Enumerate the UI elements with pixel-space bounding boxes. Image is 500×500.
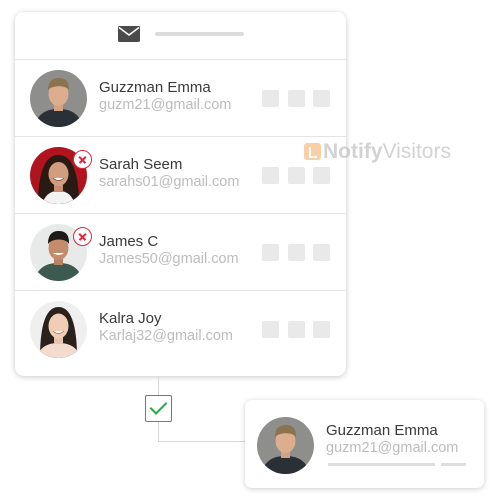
contact-row[interactable]: Sarah Seem sarahs01@gmail.com xyxy=(15,137,346,214)
connector-line xyxy=(158,441,246,442)
result-placeholder-bar xyxy=(441,463,466,466)
contact-email: guzm21@gmail.com xyxy=(99,97,232,113)
avatar xyxy=(257,417,314,474)
action-placeholder[interactable] xyxy=(313,90,330,107)
contact-row[interactable]: Kalra Joy Karlaj32@gmail.com xyxy=(15,291,346,368)
action-placeholder[interactable] xyxy=(288,244,305,261)
action-placeholder[interactable] xyxy=(262,90,279,107)
avatar xyxy=(30,301,87,358)
result-email: guzm21@gmail.com xyxy=(326,440,459,456)
action-placeholder[interactable] xyxy=(288,167,305,184)
contact-name: Kalra Joy xyxy=(99,310,162,327)
contact-email: sarahs01@gmail.com xyxy=(99,174,240,190)
action-placeholder[interactable] xyxy=(313,244,330,261)
action-placeholder[interactable] xyxy=(262,244,279,261)
action-placeholder[interactable] xyxy=(262,167,279,184)
watermark-logo-icon xyxy=(304,143,321,160)
checkbox-icon xyxy=(145,395,172,422)
contact-email: Karlaj32@gmail.com xyxy=(99,328,233,344)
contact-name: Guzzman Emma xyxy=(99,79,211,96)
action-placeholder[interactable] xyxy=(288,90,305,107)
contacts-card: Guzzman Emma guzm21@gmail.com Sarah Seem… xyxy=(15,12,346,376)
result-card[interactable]: Guzzman Emma guzm21@gmail.com xyxy=(245,400,484,488)
result-placeholder-bar xyxy=(328,463,435,466)
header-placeholder-bar xyxy=(155,32,244,36)
contact-name: Sarah Seem xyxy=(99,156,183,173)
watermark: NotifyVisitors xyxy=(304,140,451,164)
watermark-brand-bold: Notify xyxy=(323,140,383,163)
result-name: Guzzman Emma xyxy=(326,422,438,439)
action-placeholder[interactable] xyxy=(288,321,305,338)
contact-name: James C xyxy=(99,233,159,250)
contact-email: James50@gmail.com xyxy=(99,251,239,267)
reject-icon xyxy=(73,150,92,169)
watermark-brand-light: Visitors xyxy=(382,140,451,163)
contact-row[interactable]: Guzzman Emma guzm21@gmail.com xyxy=(15,60,346,137)
avatar xyxy=(30,70,87,127)
mail-icon xyxy=(118,26,140,42)
reject-icon xyxy=(73,227,92,246)
action-placeholder[interactable] xyxy=(313,321,330,338)
contact-row[interactable]: James C James50@gmail.com xyxy=(15,214,346,291)
action-placeholder[interactable] xyxy=(313,167,330,184)
action-placeholder[interactable] xyxy=(262,321,279,338)
card-header xyxy=(15,12,346,60)
